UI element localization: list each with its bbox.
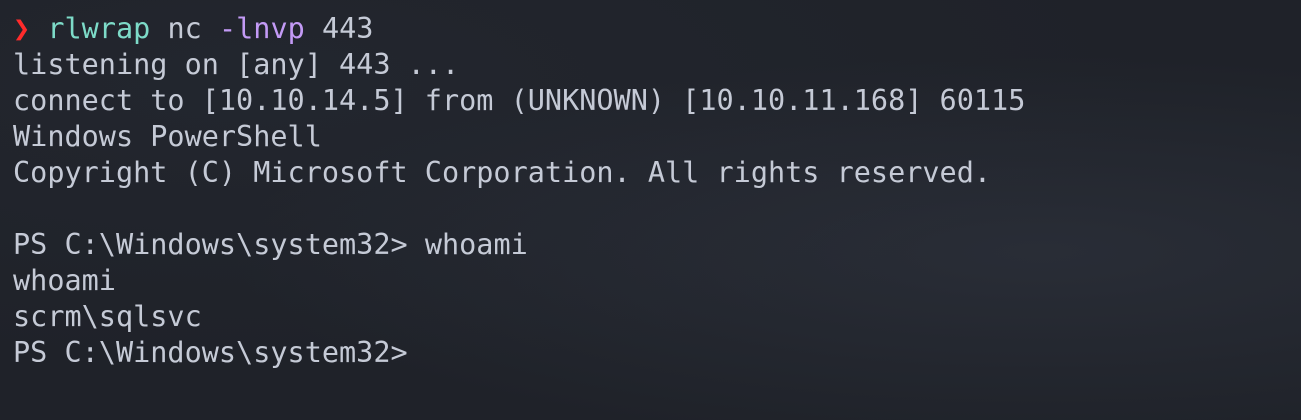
output-line-connect: connect to [10.10.14.5] from (UNKNOWN) [… (13, 84, 1026, 117)
terminal-window[interactable]: ❯ rlwrap nc -lnvp 443 listening on [any]… (0, 0, 1301, 420)
ps-echo-line: whoami (13, 264, 116, 297)
ps-command-line: PS C:\Windows\system32> whoami (13, 227, 1301, 263)
ps-result-line: scrm\sqlsvc (13, 300, 202, 333)
prompt-arrow-icon: ❯ (13, 12, 31, 45)
command-port: 443 (321, 12, 374, 45)
command-tool: nc (167, 12, 202, 45)
ps-final-prompt: PS C:\Windows\system32> (13, 336, 408, 369)
command-name: rlwrap (47, 12, 151, 45)
output-line-listening: listening on [any] 443 ... (13, 48, 460, 81)
ps-command: whoami (424, 228, 528, 261)
output-line-copyright: Copyright (C) Microsoft Corporation. All… (13, 156, 992, 189)
command-line: ❯ rlwrap nc -lnvp 443 (13, 11, 1301, 47)
ps-final-prompt-line[interactable]: PS C:\Windows\system32> (13, 335, 1301, 371)
command-flags: -lnvp (218, 12, 305, 45)
ps-prompt: PS C:\Windows\system32> (13, 228, 408, 261)
output-line-banner: Windows PowerShell (13, 120, 322, 153)
